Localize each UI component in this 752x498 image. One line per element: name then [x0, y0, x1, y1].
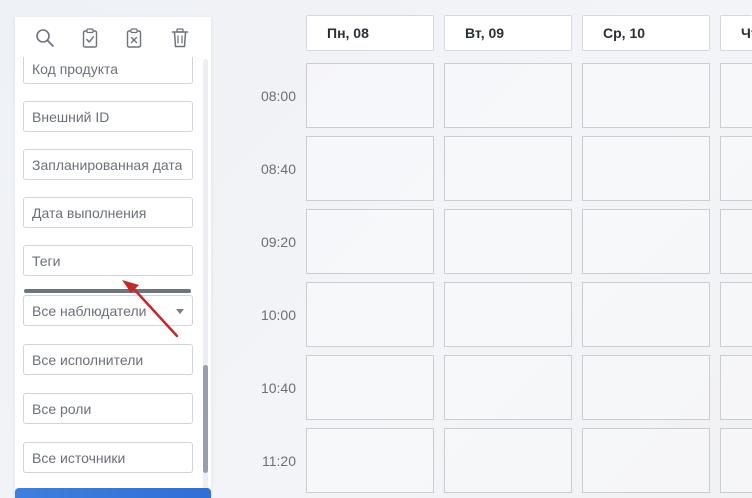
tags-underline-highlight	[24, 289, 191, 293]
watchers-select[interactable]: Все наблюдатели	[23, 295, 193, 326]
time-slot[interactable]	[444, 282, 572, 347]
time-slot[interactable]	[444, 355, 572, 420]
filter-scrollbar-thumb[interactable]	[203, 365, 208, 473]
roles-value: Все роли	[32, 400, 92, 417]
sources-field[interactable]: Все источники	[23, 442, 193, 473]
time-slot[interactable]	[306, 355, 434, 420]
time-label: 09:20	[260, 234, 296, 250]
time-slot[interactable]	[582, 209, 710, 274]
time-slot[interactable]	[444, 136, 572, 201]
assignees-field[interactable]: Все исполнители	[23, 344, 193, 375]
time-slot[interactable]	[720, 282, 752, 347]
time-label: 08:40	[260, 161, 296, 177]
product-code-placeholder: Код продукта	[32, 60, 119, 77]
roles-field[interactable]: Все роли	[23, 393, 193, 424]
chevron-down-icon	[176, 309, 184, 314]
time-slot[interactable]	[720, 428, 752, 493]
due-date-field[interactable]: Дата выполнения	[23, 197, 193, 228]
time-slot[interactable]	[582, 355, 710, 420]
tags-field[interactable]: Теги	[23, 245, 193, 276]
time-slot[interactable]	[306, 282, 434, 347]
day-header[interactable]: Ср, 10	[582, 15, 710, 51]
time-slot[interactable]	[720, 136, 752, 201]
search-icon[interactable]	[33, 26, 57, 50]
clipboard-check-icon[interactable]	[78, 26, 102, 50]
clipboard-x-icon[interactable]	[122, 26, 146, 50]
time-slot[interactable]	[444, 63, 572, 128]
trash-icon[interactable]	[168, 26, 192, 50]
time-label: 10:40	[260, 380, 296, 396]
external-id-placeholder: Внешний ID	[32, 108, 110, 125]
planned-date-field[interactable]: Запланированная дата	[23, 149, 193, 180]
time-label: 08:00	[260, 88, 296, 104]
time-slot[interactable]	[720, 355, 752, 420]
time-slot[interactable]	[306, 63, 434, 128]
filter-panel: Код продукта Внешний ID Запланированная …	[15, 17, 211, 498]
time-slot[interactable]	[306, 209, 434, 274]
time-slot[interactable]	[444, 209, 572, 274]
time-label: 10:00	[260, 307, 296, 323]
time-slot[interactable]	[306, 428, 434, 493]
time-label: 11:20	[262, 453, 296, 469]
calendar-page: Код продукта Внешний ID Запланированная …	[0, 0, 752, 498]
filter-list: Код продукта Внешний ID Запланированная …	[15, 57, 201, 497]
day-header[interactable]: Вт, 09	[444, 15, 572, 51]
time-slot[interactable]	[720, 209, 752, 274]
time-slot[interactable]	[720, 63, 752, 128]
tags-placeholder: Теги	[32, 252, 61, 269]
time-slot[interactable]	[582, 136, 710, 201]
sources-value: Все источники	[32, 449, 126, 466]
day-header[interactable]: Пн, 08	[306, 15, 434, 51]
assignees-value: Все исполнители	[32, 351, 144, 368]
time-slot[interactable]	[444, 428, 572, 493]
watchers-value: Все наблюдатели	[32, 302, 147, 319]
time-slot[interactable]	[582, 282, 710, 347]
due-date-placeholder: Дата выполнения	[32, 204, 147, 221]
filter-toolbar	[15, 17, 211, 57]
day-header[interactable]: Чт, 11	[720, 15, 752, 51]
apply-button[interactable]	[15, 488, 211, 498]
time-slot[interactable]	[582, 428, 710, 493]
time-slot[interactable]	[306, 136, 434, 201]
planned-date-placeholder: Запланированная дата	[32, 156, 183, 173]
external-id-field[interactable]: Внешний ID	[23, 101, 193, 132]
time-slot[interactable]	[582, 63, 710, 128]
product-code-field[interactable]: Код продукта	[23, 57, 193, 84]
